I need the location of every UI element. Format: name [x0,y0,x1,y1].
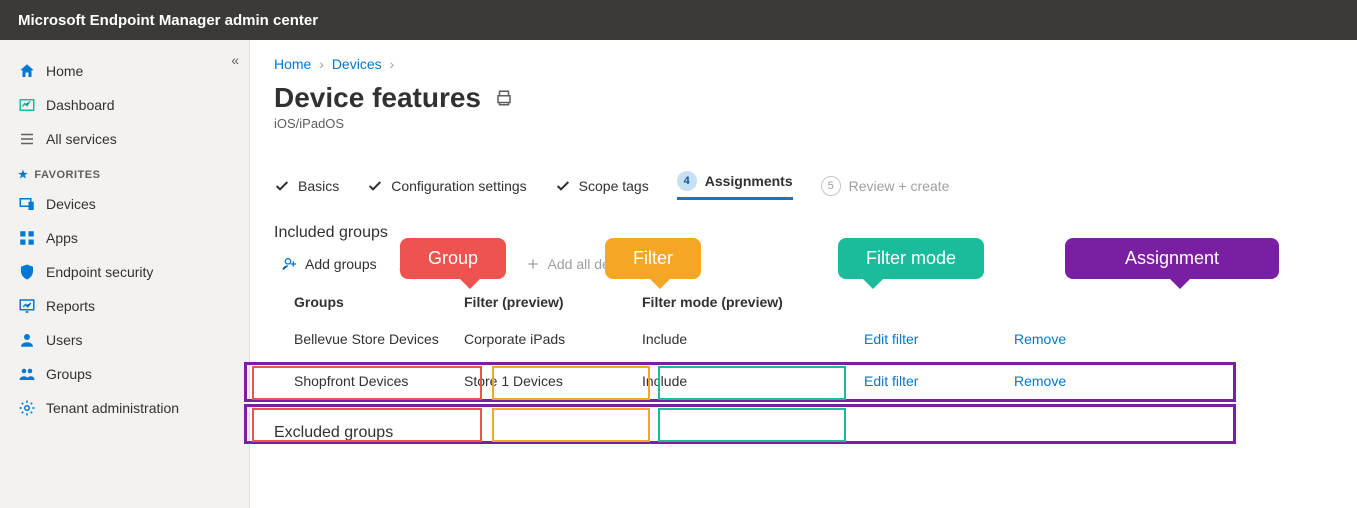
favorites-header: ★FAVORITES [0,156,249,187]
sidebar-item-dashboard[interactable]: Dashboard [0,88,249,122]
sidebar-item-apps[interactable]: Apps [0,221,249,255]
chevron-right-icon: › [319,56,324,72]
step-number: 4 [677,171,697,191]
edit-filter-link[interactable]: Edit filter [824,331,1014,347]
highlight-filter-cell [492,408,650,442]
add-groups-button[interactable]: Add groups [282,256,377,272]
highlight-group-cell [252,366,482,400]
breadcrumb-home[interactable]: Home [274,56,311,72]
table-row: Bellevue Store Devices Corporate iPads I… [274,318,1333,360]
col-header-groups: Groups [274,294,464,310]
sidebar-item-label: Apps [46,230,78,246]
step-basics[interactable]: Basics [274,178,339,194]
sidebar-item-label: Home [46,63,83,79]
dashboard-icon [18,96,36,114]
annotation-assignment: Assignment [1065,238,1279,279]
step-review[interactable]: 5 Review + create [821,176,950,196]
step-scope[interactable]: Scope tags [555,178,649,194]
highlight-filter-cell [492,366,650,400]
highlight-mode-cell [658,366,846,400]
sidebar-item-users[interactable]: Users [0,323,249,357]
gear-icon [18,399,36,417]
wizard-steps: Basics Configuration settings Scope tags… [274,171,1333,200]
page-title: Device features [274,82,481,114]
cell-mode: Include [624,331,824,347]
sidebar-item-label: All services [46,131,117,147]
annotation-group: Group [400,238,506,279]
sidebar-item-label: Users [46,332,83,348]
apps-icon [18,229,36,247]
cell-filter: Corporate iPads [464,331,624,347]
breadcrumb: Home › Devices › [274,52,1333,82]
sidebar-item-devices[interactable]: Devices [0,187,249,221]
check-icon [367,178,383,194]
sidebar-item-label: Tenant administration [46,400,179,416]
highlight-group-cell [252,408,482,442]
print-icon[interactable] [495,89,513,107]
app-title: Microsoft Endpoint Manager admin center [18,12,318,29]
sidebar-item-tenant-administration[interactable]: Tenant administration [0,391,249,425]
col-header-filter: Filter (preview) [464,294,624,310]
step-config[interactable]: Configuration settings [367,178,526,194]
sidebar-item-label: Reports [46,298,95,314]
sidebar-item-home[interactable]: Home [0,54,249,88]
cell-group: Bellevue Store Devices [274,331,464,347]
sidebar-item-label: Endpoint security [46,264,153,280]
add-user-icon [282,256,298,272]
collapse-sidebar-icon[interactable]: « [231,52,239,68]
devices-icon [18,195,36,213]
top-bar: Microsoft Endpoint Manager admin center [0,0,1357,40]
user-icon [18,331,36,349]
remove-link[interactable]: Remove [1014,331,1174,347]
check-icon [555,178,571,194]
check-icon [274,178,290,194]
home-icon [18,62,36,80]
sidebar-item-label: Groups [46,366,92,382]
plus-icon [525,256,541,272]
highlight-mode-cell [658,408,846,442]
shield-icon [18,263,36,281]
annotation-filter-mode: Filter mode [838,238,984,279]
sidebar-item-label: Devices [46,196,96,212]
sidebar-item-all-services[interactable]: All services [0,122,249,156]
star-icon: ★ [18,169,28,181]
sidebar-item-reports[interactable]: Reports [0,289,249,323]
chevron-right-icon: › [390,56,395,72]
step-number: 5 [821,176,841,196]
annotation-filter: Filter [605,238,701,279]
groups-icon [18,365,36,383]
sidebar-item-label: Dashboard [46,97,115,113]
breadcrumb-devices[interactable]: Devices [332,56,382,72]
sidebar: « Home Dashboard All services ★FAVORITES [0,40,250,508]
sidebar-item-endpoint-security[interactable]: Endpoint security [0,255,249,289]
list-icon [18,130,36,148]
page-subtitle: iOS/iPadOS [274,116,1333,131]
sidebar-item-groups[interactable]: Groups [0,357,249,391]
step-assignments[interactable]: 4 Assignments [677,171,793,200]
reports-icon [18,297,36,315]
